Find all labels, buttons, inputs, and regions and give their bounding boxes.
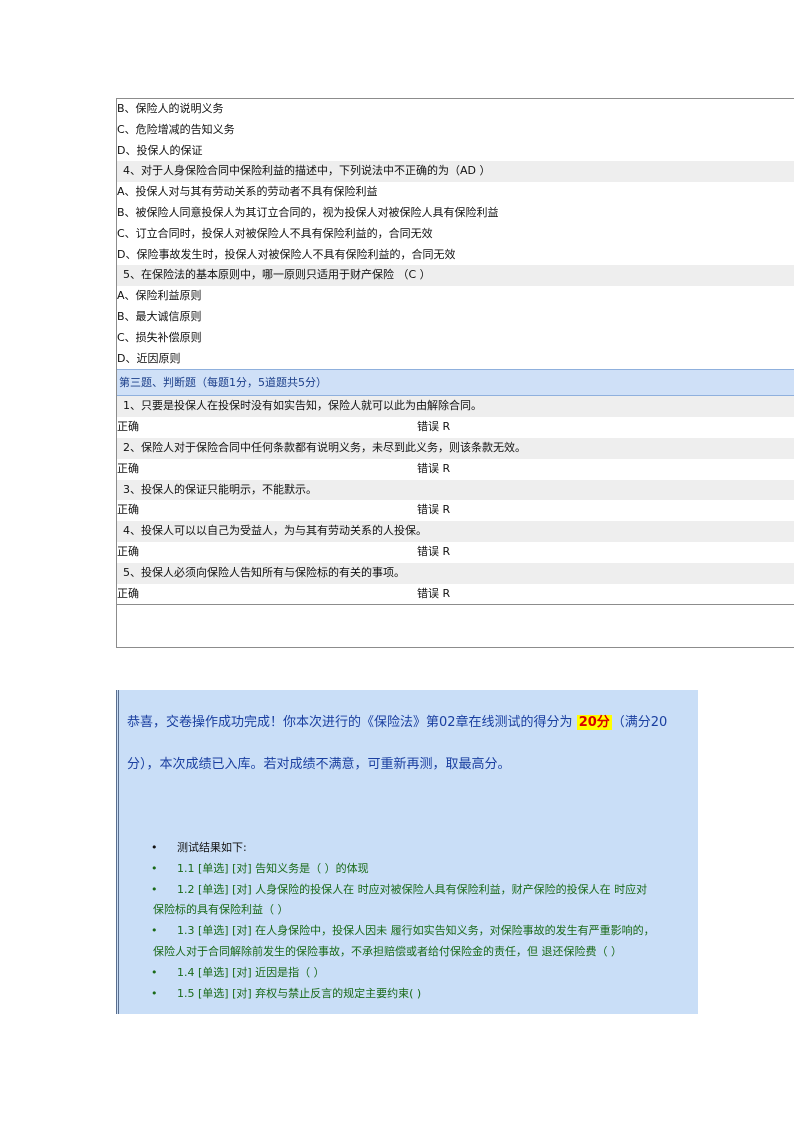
result-message: 恭喜，交卷操作成功完成！你本次进行的《保险法》第02章在线测试的得分为 20分（…	[127, 702, 698, 786]
option-c-q4: C、订立合同时，投保人对被保险人不具有保险利益的，合同无效	[117, 226, 433, 240]
false-option[interactable]: 错误 R	[417, 542, 450, 563]
tf-answer-row-3: 正确 错误 R	[117, 500, 794, 521]
list-item[interactable]: • 1.1 [单选] [对] 告知义务是（ ）的体现	[129, 859, 698, 880]
question-4: 4、对于人身保险合同中保险利益的描述中，下列说法中不正确的为（AD ）	[117, 161, 794, 183]
true-option[interactable]: 正确	[117, 545, 139, 558]
tf-answer-row-1: 正确 错误 R	[117, 417, 794, 438]
list-item[interactable]: • 1.2 [单选] [对] 人身保险的投保人在 时应对被保险人具有保险利益，财…	[129, 880, 698, 901]
tf-question-2: 2、保险人对于保险合同中任何条款都有说明义务，未尽到此义务，则该条款无效。	[117, 437, 794, 459]
tf-question-3: 3、投保人的保证只能明示，不能默示。	[117, 479, 794, 501]
bullet-icon: •	[151, 986, 158, 1000]
option-d-q4: D、保险事故发生时，投保人对被保险人不具有保险利益的，合同无效	[117, 247, 456, 261]
list-item-continuation: 保险标的具有保险利益（ ）	[153, 903, 289, 917]
tf-answer-row-4: 正确 错误 R	[117, 542, 794, 563]
bullet-icon: •	[151, 965, 158, 979]
false-option[interactable]: 错误 R	[417, 500, 450, 521]
tf-answer-row-5: 正确 错误 R	[117, 584, 794, 605]
tf-answer-row-2: 正确 错误 R	[117, 459, 794, 480]
tf-question-5: 5、投保人必须向保险人告知所有与保险标的有关的事项。	[117, 562, 794, 584]
bullet-icon: •	[151, 882, 158, 896]
tf-question-4: 4、投保人可以以自己为受益人，为与其有劳动关系的人投保。	[117, 521, 794, 542]
list-item[interactable]: • 1.5 [单选] [对] 弃权与禁止反言的规定主要约束( )	[129, 984, 698, 1005]
true-option[interactable]: 正确	[117, 503, 139, 516]
option-d-q3: D、投保人的保证	[117, 143, 203, 157]
false-option[interactable]: 错误 R	[417, 459, 450, 480]
option-c-q3: C、危险增减的告知义务	[117, 122, 235, 136]
result-list: • 测试结果如下: • 1.1 [单选] [对] 告知义务是（ ）的体现 • 1…	[129, 838, 698, 1004]
quiz-panel: B、保险人的说明义务 C、危险增减的告知义务 D、投保人的保证 4、对于人身保险…	[116, 98, 794, 648]
quiz-footer-space	[117, 604, 794, 643]
bullet-icon: •	[151, 924, 158, 938]
score-value: 20分	[576, 715, 612, 730]
true-option[interactable]: 正确	[117, 587, 139, 600]
question-5: 5、在保险法的基本原则中，哪一原则只适用于财产保险 （C ）	[117, 265, 794, 287]
option-c-q5: C、损失补偿原则	[117, 330, 202, 344]
list-item[interactable]: • 1.3 [单选] [对] 在人身保险中，投保人因未 履行如实告知义务，对保险…	[129, 921, 698, 942]
option-b-q4: B、被保险人同意投保人为其订立合同的，视为投保人对被保险人具有保险利益	[117, 205, 499, 219]
section-3-header: 第三题、判断题（每题1分，5道题共5分）	[117, 369, 794, 397]
result-line1-suffix: （满分20	[611, 715, 668, 730]
list-item[interactable]: • 1.4 [单选] [对] 近因是指（ ）	[129, 963, 698, 984]
list-item-continuation: 保险人对于合同解除前发生的保险事故，不承担赔偿或者给付保险金的责任，但 退还保险…	[153, 944, 622, 958]
result-line1-prefix: 恭喜，交卷操作成功完成！你本次进行的《保险法》第02章在线测试的得分为	[127, 715, 577, 730]
option-a-q5: A、保险利益原则	[117, 289, 202, 303]
option-d-q5: D、近因原则	[117, 351, 181, 365]
list-item: • 测试结果如下:	[129, 838, 698, 859]
bullet-icon: •	[151, 861, 158, 875]
true-option[interactable]: 正确	[117, 420, 139, 433]
bullet-icon: •	[151, 841, 158, 854]
tf-question-1: 1、只要是投保人在投保时没有如实告知，保险人就可以此为由解除合同。	[117, 396, 794, 418]
false-option[interactable]: 错误 R	[417, 417, 450, 438]
option-b-q3: B、保险人的说明义务	[117, 102, 224, 115]
option-a-q4: A、投保人对与其有劳动关系的劳动者不具有保险利益	[117, 185, 378, 199]
true-option[interactable]: 正确	[117, 462, 139, 475]
result-panel: 恭喜，交卷操作成功完成！你本次进行的《保险法》第02章在线测试的得分为 20分（…	[116, 690, 698, 1014]
option-b-q5: B、最大诚信原则	[117, 309, 202, 323]
result-line2: 分），本次成绩已入库。若对成绩不满意，可重新再测，取最高分。	[127, 757, 511, 772]
false-option[interactable]: 错误 R	[417, 584, 450, 605]
